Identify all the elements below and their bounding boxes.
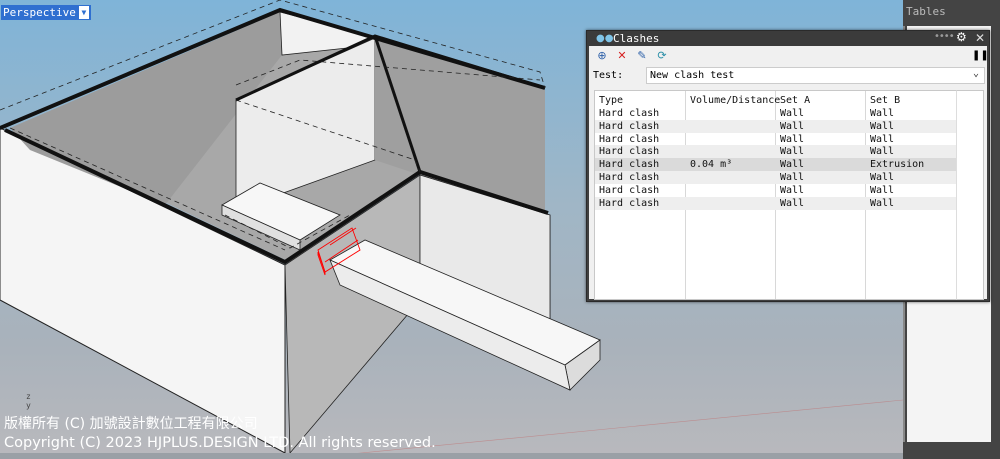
test-row: Test: New clash test ⌄ [589,67,987,85]
table-cell: Wall [780,172,805,183]
table-cell: Wall [870,172,895,183]
axis-indicator: z y [26,392,31,410]
chevron-down-icon[interactable]: ⌄ [973,68,979,79]
close-icon[interactable]: ✕ [975,31,985,45]
table-cell: Wall [870,120,895,132]
table-cell: Hard clash [599,159,660,171]
gear-icon[interactable]: ⚙ [956,30,967,44]
table-cell: Wall [780,197,805,209]
table-cell: Wall [780,184,805,196]
table-cell: Hard clash [599,133,660,145]
tables-panel-title: Tables [906,5,946,18]
table-cell: Wall [780,146,805,158]
table-scroll-area[interactable] [956,90,984,300]
run-clash-icon[interactable]: ⟳ [655,49,669,62]
clashes-body: ⊕ ✕ ✎ ⟳ ❚❚ Test: New clash test ⌄ Type V… [589,46,989,300]
edit-clash-test-icon[interactable]: ✎ [635,49,649,62]
table-cell: Hard clash [599,184,660,196]
table-cell: Wall [870,197,895,209]
table-cell: Wall [780,120,805,132]
table-cell: Wall [780,133,805,145]
table-row[interactable]: Hard clash 0.04 m³ Wall Extrusion [595,158,957,172]
table-row[interactable]: Hard clash Wall Wall [595,171,957,184]
pause-icon[interactable]: ❚❚ [972,50,989,61]
table-row[interactable]: Hard clash Wall Wall [595,145,957,159]
table-row[interactable]: Hard clash Wall Wall [595,184,957,197]
table-cell: Hard clash [599,146,660,158]
table-row[interactable]: Hard clash Wall Wall [595,133,957,146]
table-row[interactable]: Hard clash Wall Wall [595,119,957,133]
table-cell: 0.04 m³ [690,159,733,171]
copyright-english: Copyright (C) 2023 HJPLUS.DESIGN LTD. Al… [4,435,436,451]
viewport-title-text: Perspective [3,6,76,19]
table-row[interactable]: Hard clash Wall Wall [595,196,957,210]
table-cell: Wall [780,108,805,119]
test-select[interactable]: New clash test ⌄ [646,67,985,84]
delete-icon[interactable]: ✕ [615,49,629,62]
table-cell: Wall [870,146,895,158]
table-cell: Hard clash [599,108,660,119]
column-header[interactable]: Type [599,94,623,107]
add-clash-test-icon[interactable]: ⊕ [595,49,609,62]
table-cell: Hard clash [599,120,660,132]
grip-icon[interactable]: •••• [934,31,955,42]
table-cell: Wall [870,184,895,196]
table-header: Type Volume/Distance Set A Set B [595,94,957,107]
clashes-window: ●● Clashes •••• ⚙ ✕ ⊕ ✕ ✎ ⟳ ❚❚ Test: New… [586,30,990,302]
clashes-app-icon: ●● [596,33,614,44]
clash-table: Type Volume/Distance Set A Set B Hard cl… [594,90,957,300]
table-cell: Hard clash [599,172,660,183]
test-select-value: New clash test [650,70,735,81]
table-row[interactable]: Hard clash Wall Wall [595,107,957,120]
table-cell: Wall [870,133,895,145]
triangle-down-icon[interactable]: ▼ [78,6,89,19]
table-cell: Wall [780,159,805,171]
column-header[interactable]: Volume/Distance [690,94,780,107]
clashes-toolbar: ⊕ ✕ ✎ ⟳ ❚❚ [589,46,989,66]
table-cell: Extrusion [870,159,925,171]
table-cell: Wall [870,108,895,119]
table-cell: Hard clash [599,197,660,209]
clashes-title: Clashes [613,32,660,45]
viewport-title[interactable]: Perspective ▼ [1,5,91,20]
clashes-titlebar[interactable]: ●● Clashes •••• ⚙ ✕ [587,30,989,46]
test-label: Test: [593,70,624,81]
viewport-tab-strip [0,453,903,459]
copyright-chinese: 版權所有 (C) 加號設計數位工程有限公司 [4,416,258,432]
column-header[interactable]: Set A [780,94,810,107]
column-header[interactable]: Set B [870,94,900,107]
